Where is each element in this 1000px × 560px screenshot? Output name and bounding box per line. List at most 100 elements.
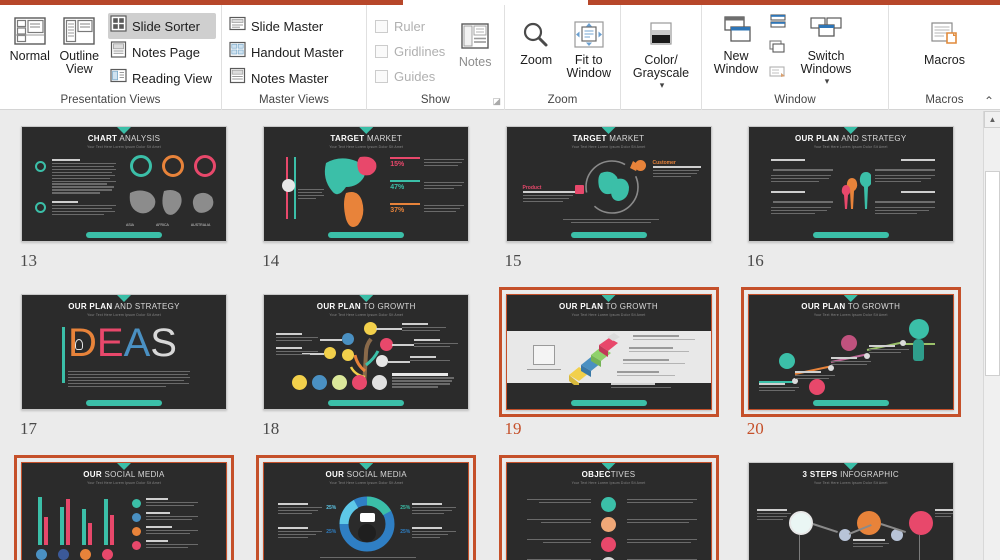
slide-art-text [610, 383, 673, 390]
ruler-checkbox[interactable]: Ruler [372, 14, 445, 39]
slide-canvas: OUR PLAN TO GROWTH Your Text Here Lorem … [505, 294, 712, 410]
slide-cell[interactable]: OUR SOCIAL MEDIA Your Text Here Lorem Ip… [14, 455, 256, 560]
chevron-down-icon-color-grayscale[interactable]: ▾ [660, 80, 665, 91]
show-dialog-launcher-icon[interactable]: ◪ [492, 96, 501, 107]
slide-master-button[interactable]: Slide Master [227, 13, 348, 39]
slide-thumbnail-18[interactable]: OUR PLAN TO GROWTH Your Text Here Lorem … [256, 287, 476, 417]
ruler-label: Ruler [394, 19, 426, 34]
slide-cell[interactable]: TARGET MARKET Your Text Here Lorem Ipsum… [499, 119, 741, 271]
notes-page-button[interactable]: Notes Page [108, 39, 216, 65]
slide-thumbnail-15[interactable]: TARGET MARKET Your Text Here Lorem Ipsum… [499, 119, 719, 249]
slide-art-ring [35, 202, 46, 213]
zoom-button[interactable]: Zoom [510, 16, 563, 67]
slide-cap-icon [117, 295, 131, 302]
move-split-icon[interactable] [767, 64, 789, 87]
outline-view-button[interactable]: Outline View [55, 12, 105, 76]
fit-to-window-button[interactable]: Fit to Window [563, 16, 616, 80]
group-label-window: Window [774, 94, 816, 106]
slide-canvas: OUR SOCIAL MEDIA Your Text Here Lorem Ip… [263, 462, 470, 560]
slide-art-text [874, 175, 935, 184]
normal-view-button[interactable]: Normal [5, 12, 55, 63]
slide-art-dot [600, 517, 616, 532]
slide-cell[interactable]: OUR PLAN AND STRATEGY Your Text Here Lor… [14, 287, 256, 439]
slide-canvas: OUR PLAN TO GROWTH Your Text Here Lorem … [263, 294, 470, 410]
group-label-presentation-views: Presentation Views [60, 94, 161, 106]
slide-thumbnail-17[interactable]: OUR PLAN AND STRATEGY Your Text Here Lor… [14, 287, 234, 417]
slide-cell[interactable]: OUR PLAN TO GROWTH Your Text Here Lorem … [740, 287, 983, 439]
color-grayscale-label: Color/ Grayscale [632, 53, 690, 80]
slide-cell[interactable]: CHART ANALYSIS Your Text Here Lorem Ipsu… [14, 119, 256, 271]
slide-art-text [770, 175, 831, 184]
handout-master-label: Handout Master [251, 44, 344, 60]
slide-cell[interactable]: OBJECTIVES Your Text Here Lorem Ipsum Do… [498, 455, 741, 560]
slide-art-stem [918, 535, 921, 560]
slide-art-text [626, 539, 697, 545]
new-window-button[interactable]: New Window [707, 12, 765, 76]
ribbon-group-window: New Window Switch Windows ▾ Window [702, 5, 889, 110]
slide-cap-icon [843, 463, 858, 470]
slide-art-stairs [568, 333, 620, 385]
slide-cell[interactable]: OUR PLAN TO GROWTH Your Text Here Lorem … [498, 287, 741, 439]
slide-art-dot [600, 537, 616, 552]
slide-art-text [562, 219, 659, 225]
slide-thumbnail-19[interactable]: OUR PLAN TO GROWTH Your Text Here Lorem … [498, 287, 719, 417]
switch-windows-button[interactable]: Switch Windows ▾ [794, 12, 858, 87]
slide-thumbnail-14[interactable]: TARGET MARKET Your Text Here Lorem Ipsum… [256, 119, 476, 249]
slide-art-donut [339, 496, 395, 552]
collapse-ribbon-icon[interactable]: ⌃ [984, 94, 994, 108]
slide-footer-bar [812, 400, 889, 406]
slide-thumbnail-13[interactable]: CHART ANALYSIS Your Text Here Lorem Ipsu… [14, 119, 234, 249]
slide-thumbnail-23[interactable]: OBJECTIVES Your Text Here Lorem Ipsum Do… [498, 455, 719, 560]
chevron-down-icon-switch-windows[interactable]: ▾ [825, 76, 830, 87]
notes-button[interactable]: Notes [451, 18, 499, 69]
slide-art-text [526, 499, 591, 505]
guides-checkbox[interactable]: Guides [372, 64, 445, 89]
gridlines-checkbox[interactable]: Gridlines [372, 39, 445, 64]
fit-to-window-label: Fit to Window [566, 53, 611, 80]
slide-thumbnail-20[interactable]: OUR PLAN TO GROWTH Your Text Here Lorem … [740, 287, 961, 417]
slide-cell[interactable]: TARGET MARKET Your Text Here Lorem Ipsum… [256, 119, 498, 271]
color-grayscale-button[interactable]: Color/ Grayscale ▾ [626, 16, 696, 91]
magnifier-icon [520, 18, 552, 52]
slide-cell[interactable]: OUR SOCIAL MEDIA Your Text Here Lorem Ip… [256, 455, 498, 560]
slide-subtitle: Your Text Here Lorem Ipsum Dolor Sit Ame… [813, 481, 888, 485]
slide-art-ideas-word: DEAS [68, 321, 177, 365]
slide-cell[interactable]: 3 STEPS INFOGRAPHIC Your Text Here Lorem… [741, 455, 983, 560]
macros-button[interactable]: Macros [912, 16, 978, 67]
vertical-scrollbar[interactable]: ▲ [983, 111, 1000, 560]
slide-art-ring [162, 155, 184, 177]
slide-art-text [770, 159, 831, 163]
new-window-icon [718, 14, 754, 48]
cascade-icon[interactable] [767, 39, 789, 62]
color-grayscale-icon [644, 18, 678, 52]
slide-grid: CHART ANALYSIS Your Text Here Lorem Ipsu… [0, 111, 983, 560]
slide-art-bar [38, 497, 42, 545]
arrange-all-icon[interactable] [767, 14, 789, 37]
slide-art-text [276, 333, 319, 343]
slide-thumbnail-21[interactable]: OUR SOCIAL MEDIA Your Text Here Lorem Ip… [14, 455, 234, 560]
slide-art-text [874, 207, 935, 216]
slide-sorter-button[interactable]: Slide Sorter [108, 13, 216, 39]
ribbon-group-presentation-views: Normal Outline View Slide Sorter Notes P… [0, 5, 222, 110]
scrollbar-thumb[interactable] [985, 171, 1000, 376]
slide-cell[interactable]: OUR PLAN TO GROWTH Your Text Here Lorem … [256, 287, 498, 439]
reading-view-button[interactable]: Reading View [108, 65, 216, 91]
slide-thumbnail-24[interactable]: 3 STEPS INFOGRAPHIC Your Text Here Lorem… [741, 455, 961, 560]
handout-master-button[interactable]: Handout Master [227, 39, 348, 65]
slide-thumbnail-22[interactable]: OUR SOCIAL MEDIA Your Text Here Lorem Ip… [256, 455, 477, 560]
slide-title: OUR PLAN AND STRATEGY [68, 302, 180, 311]
slide-cap-icon [601, 295, 616, 302]
slide-thumbnail-16[interactable]: OUR PLAN AND STRATEGY Your Text Here Lor… [741, 119, 961, 249]
slide-art-text [424, 205, 465, 214]
notes-master-button[interactable]: Notes Master [227, 65, 348, 91]
slide-sorter-pane[interactable]: CHART ANALYSIS Your Text Here Lorem Ipsu… [0, 111, 983, 560]
slide-footer-bar [812, 232, 889, 238]
macros-icon [928, 18, 962, 52]
slide-art-text [278, 527, 323, 540]
slide-art-americas-map [325, 156, 377, 227]
slide-art-text [146, 540, 198, 550]
scroll-up-button[interactable]: ▲ [984, 111, 1000, 128]
slide-art-legend-dot [132, 513, 141, 522]
slide-row: OUR SOCIAL MEDIA Your Text Here Lorem Ip… [14, 455, 983, 560]
slide-cell[interactable]: OUR PLAN AND STRATEGY Your Text Here Lor… [741, 119, 983, 271]
